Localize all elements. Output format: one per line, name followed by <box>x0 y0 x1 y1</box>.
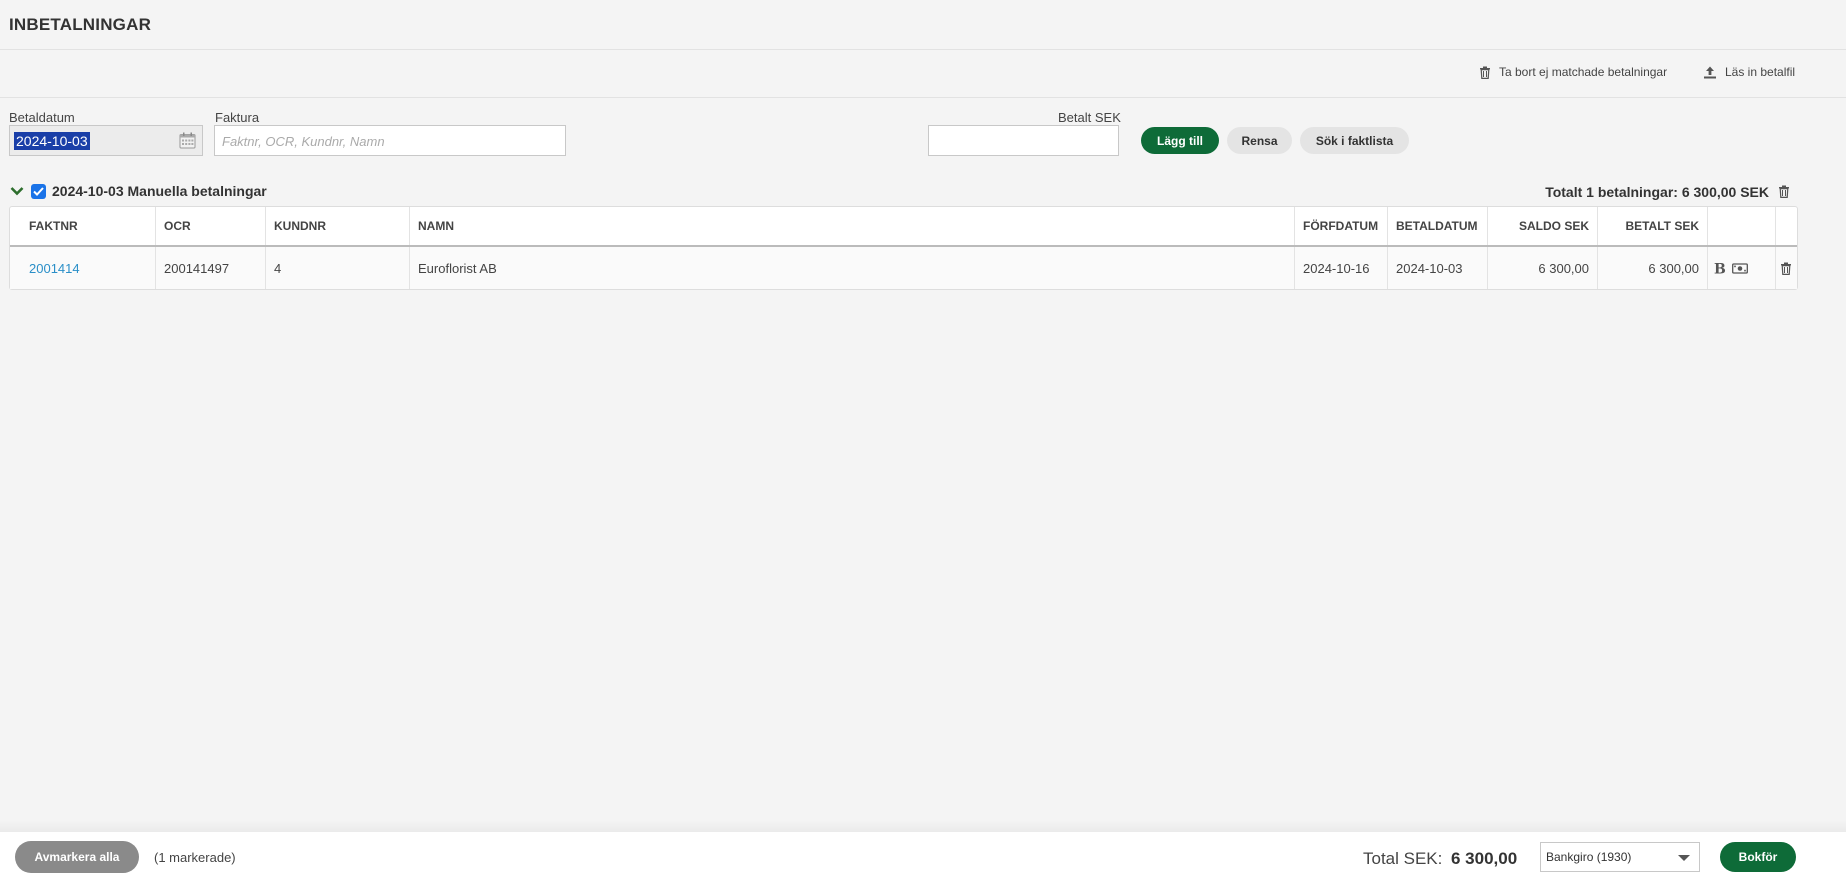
upload-payment-file-label: Läs in betalfil <box>1725 65 1796 79</box>
payment-form: Betaldatum Faktura Betalt SEK 2024-10-03… <box>0 110 1846 160</box>
col-faktnr[interactable]: FAKTNR <box>10 207 155 245</box>
delete-unmatched-label: Ta bort ej matchade betalningar <box>1499 65 1668 79</box>
namn-cell: Euroflorist AB <box>409 247 1294 289</box>
bookkeeping-b-icon[interactable]: B <box>1714 261 1726 276</box>
page-title: INBETALNINGAR <box>9 15 152 34</box>
invoice-search-input[interactable]: Faktnr, OCR, Kundnr, Namn <box>214 125 566 156</box>
trash-icon[interactable] <box>1778 185 1790 198</box>
col-betaldatum[interactable]: BETALDATUM <box>1387 207 1487 245</box>
faktnr-link[interactable]: 2001414 <box>10 247 155 289</box>
col-delete <box>1775 207 1797 245</box>
betalt-cell[interactable]: 6 300,00 <box>1597 247 1707 289</box>
upload-icon <box>1704 66 1716 78</box>
row-delete-cell <box>1775 247 1797 289</box>
paid-amount-input[interactable] <box>928 125 1119 156</box>
ocr-cell: 200141497 <box>155 247 265 289</box>
svg-text:B: B <box>1714 262 1726 276</box>
chevron-down-icon[interactable] <box>10 186 24 196</box>
date-label: Betaldatum <box>9 110 75 125</box>
table-header: FAKTNR OCR KUNDNR NAMN FÖRFDATUM BETALDA… <box>10 207 1797 247</box>
col-kundnr[interactable]: KUNDNR <box>265 207 409 245</box>
total-value: 6 300,00 <box>1451 849 1518 868</box>
paid-label: Betalt SEK <box>1058 110 1121 125</box>
marked-count: (1 markerade) <box>154 850 236 865</box>
col-betalt[interactable]: BETALT SEK <box>1597 207 1707 245</box>
cash-icon[interactable] <box>1732 262 1748 274</box>
unmark-all-button[interactable]: Avmarkera alla <box>15 841 139 873</box>
col-saldo[interactable]: SALDO SEK <box>1487 207 1597 245</box>
upload-payment-file-button[interactable]: Läs in betalfil <box>1703 65 1795 79</box>
row-actions: B <box>1707 247 1775 289</box>
col-actions <box>1707 207 1775 245</box>
table-row: 2001414 200141497 4 Euroflorist AB 2024-… <box>10 247 1797 289</box>
saldo-cell: 6 300,00 <box>1487 247 1597 289</box>
checkmark-icon <box>33 187 44 196</box>
book-button[interactable]: Bokför <box>1720 842 1796 872</box>
search-invoice-list-button[interactable]: Sök i faktlista <box>1300 127 1409 154</box>
calendar-icon[interactable] <box>179 132 196 149</box>
total-label: Total SEK: <box>1363 849 1443 868</box>
add-button[interactable]: Lägg till <box>1141 127 1219 154</box>
payment-group-header: 2024-10-03 Manuella betalningar Totalt 1… <box>0 181 1846 203</box>
date-value[interactable]: 2024-10-03 <box>14 132 90 150</box>
date-field[interactable]: 2024-10-03 <box>9 125 203 156</box>
group-total: Totalt 1 betalningar: 6 300,00 SEK <box>1545 184 1769 200</box>
kundnr-cell: 4 <box>265 247 409 289</box>
account-select[interactable]: Bankgiro (1930) <box>1540 842 1700 872</box>
invoice-search-placeholder: Faktnr, OCR, Kundnr, Namn <box>222 134 385 149</box>
footer-shadow <box>0 820 1846 832</box>
invoice-label: Faktura <box>215 110 260 125</box>
page-header: INBETALNINGAR <box>0 0 1846 50</box>
group-checkbox[interactable] <box>31 184 46 199</box>
actions-bar: Ta bort ej matchade betalningar Läs in b… <box>0 50 1846 98</box>
forfdatum-cell: 2024-10-16 <box>1294 247 1387 289</box>
betaldatum-cell[interactable]: 2024-10-03 <box>1387 247 1487 289</box>
clear-button[interactable]: Rensa <box>1227 127 1292 154</box>
col-ocr[interactable]: OCR <box>155 207 265 245</box>
payments-table: FAKTNR OCR KUNDNR NAMN FÖRFDATUM BETALDA… <box>9 206 1798 290</box>
col-namn[interactable]: NAMN <box>409 207 1294 245</box>
footer-bar: Avmarkera alla (1 markerade) Total SEK: … <box>0 832 1846 883</box>
trash-icon[interactable] <box>1780 262 1792 275</box>
group-title: 2024-10-03 Manuella betalningar <box>52 183 267 199</box>
account-select-value: Bankgiro (1930) <box>1546 850 1632 864</box>
col-forfdatum[interactable]: FÖRFDATUM <box>1294 207 1387 245</box>
delete-unmatched-button[interactable]: Ta bort ej matchade betalningar <box>1479 65 1667 79</box>
trash-icon <box>1480 66 1490 79</box>
dropdown-arrow-icon <box>1678 855 1690 861</box>
